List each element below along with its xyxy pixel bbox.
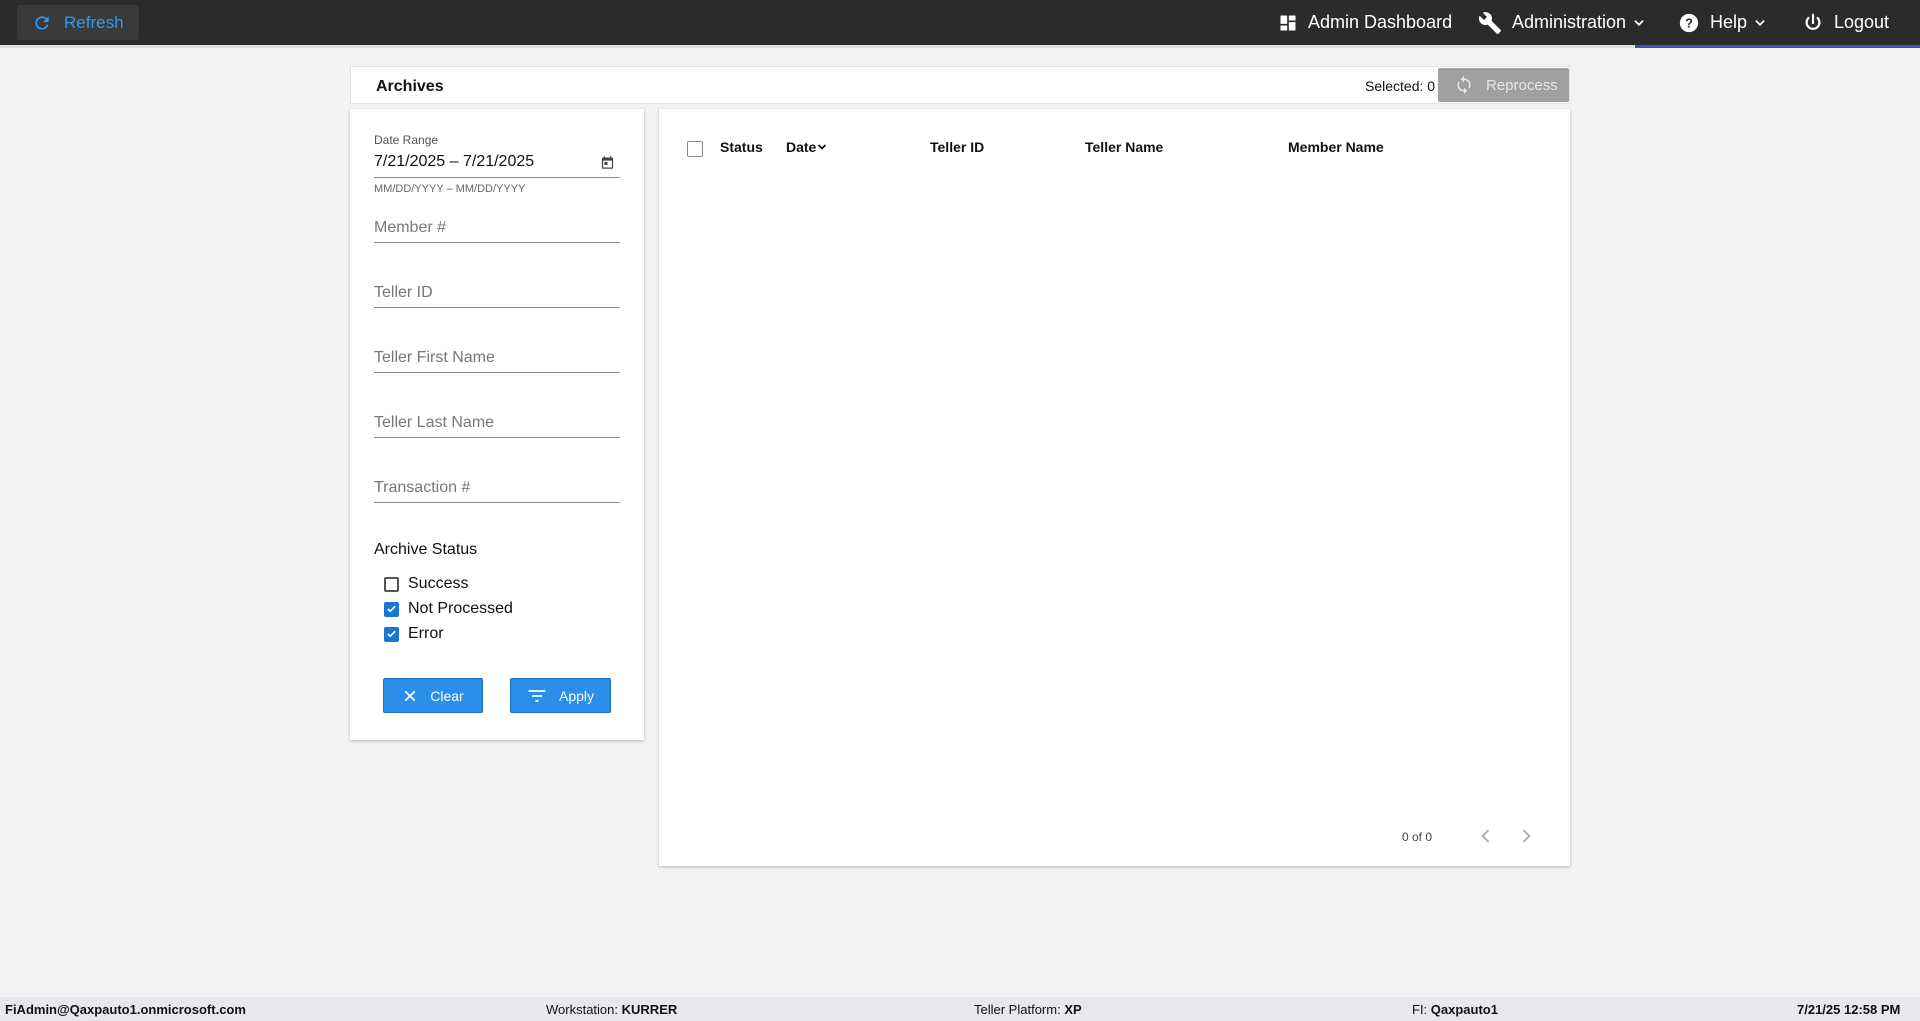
status-error-label: Error xyxy=(408,625,444,642)
apply-button[interactable]: Apply xyxy=(510,678,611,713)
logout-label: Logout xyxy=(1834,12,1890,32)
selected-count: Selected: 0 xyxy=(1365,78,1436,94)
teller-last-name-input[interactable] xyxy=(374,408,620,438)
fi-info: FI: Qaxpauto1 xyxy=(1412,1002,1498,1017)
refresh-icon xyxy=(32,13,52,33)
next-page-icon[interactable] xyxy=(1516,826,1536,846)
chevron-down-icon xyxy=(1632,16,1646,30)
date-range-hint: MM/DD/YYYY – MM/DD/YYYY xyxy=(374,183,526,195)
status-error-checkbox[interactable]: Error xyxy=(384,625,444,643)
date-range-input[interactable]: 7/21/2025 – 7/21/2025 xyxy=(374,153,534,171)
select-all-checkbox[interactable] xyxy=(687,141,703,157)
teller-platform-value: XP xyxy=(1064,1002,1082,1017)
teller-platform-label: Teller Platform: xyxy=(974,1002,1061,1017)
column-header-date[interactable]: Date xyxy=(786,139,828,155)
administration-label: Administration xyxy=(1512,12,1627,32)
status-success-checkbox[interactable]: Success xyxy=(384,575,468,593)
transaction-number-input[interactable] xyxy=(374,473,620,503)
calendar-icon[interactable] xyxy=(600,155,615,170)
archive-status-label: Archive Status xyxy=(374,541,478,558)
filter-panel: Date Range 7/21/2025 – 7/21/2025 MM/DD/Y… xyxy=(350,109,644,740)
workstation-info: Workstation: KURRER xyxy=(546,1002,677,1017)
svg-text:?: ? xyxy=(1685,15,1693,30)
pager-range: 0 of 0 xyxy=(1402,830,1433,844)
status-not-processed-checkbox[interactable]: Not Processed xyxy=(384,600,513,618)
refresh-button[interactable]: Refresh xyxy=(17,5,139,40)
power-icon xyxy=(1802,12,1824,34)
wrench-icon xyxy=(1478,11,1502,35)
column-header-teller-id[interactable]: Teller ID xyxy=(930,139,984,155)
column-header-teller-name[interactable]: Teller Name xyxy=(1085,139,1163,155)
reprocess-label: Reprocess xyxy=(1486,76,1558,94)
help-menu[interactable]: ? Help xyxy=(1678,0,1767,45)
active-tab-indicator xyxy=(1635,45,1920,48)
dashboard-icon xyxy=(1278,13,1298,33)
archives-header: Archives Selected: 0 Reprocess xyxy=(350,66,1570,104)
user-account: FiAdmin@Qaxpauto1.onmicrosoft.com xyxy=(5,1002,246,1017)
fi-label: FI: xyxy=(1412,1002,1428,1017)
reprocess-button[interactable]: Reprocess xyxy=(1438,68,1569,102)
admin-dashboard-link[interactable]: Admin Dashboard xyxy=(1278,0,1452,45)
help-icon: ? xyxy=(1678,12,1700,34)
member-number-input[interactable] xyxy=(374,213,620,243)
clear-button[interactable]: Clear xyxy=(383,678,483,713)
status-success-label: Success xyxy=(408,575,469,592)
clear-label: Clear xyxy=(430,687,464,704)
help-label: Help xyxy=(1710,12,1748,32)
date-range-underline xyxy=(374,177,620,178)
apply-label: Apply xyxy=(558,687,595,704)
checkbox-checked-icon[interactable] xyxy=(384,601,399,617)
teller-platform-info: Teller Platform: XP xyxy=(974,1002,1082,1017)
administration-menu[interactable]: Administration xyxy=(1478,0,1646,45)
sort-descending-icon xyxy=(816,141,828,153)
column-header-date-label: Date xyxy=(786,139,817,155)
date-range-label: Date Range xyxy=(374,133,439,147)
current-datetime: 7/21/25 12:58 PM xyxy=(1797,1002,1901,1017)
filter-icon xyxy=(527,688,547,704)
top-navigation-bar: Refresh Admin Dashboard Administration ?… xyxy=(0,0,1920,45)
reprocess-icon xyxy=(1454,75,1474,95)
teller-first-name-input[interactable] xyxy=(374,343,620,373)
status-bar: FiAdmin@Qaxpauto1.onmicrosoft.com Workst… xyxy=(0,997,1920,1021)
close-icon xyxy=(402,688,418,704)
refresh-label: Refresh xyxy=(64,12,124,32)
chevron-down-icon xyxy=(1753,16,1767,30)
archives-grid: Status Date Teller ID Teller Name Member… xyxy=(659,109,1570,866)
topbar-accent-line xyxy=(0,45,1920,48)
workstation-value: KURRER xyxy=(621,1002,678,1017)
fi-value: Qaxpauto1 xyxy=(1430,1002,1498,1017)
logout-button[interactable]: Logout xyxy=(1802,0,1889,45)
column-header-status[interactable]: Status xyxy=(720,139,763,155)
previous-page-icon[interactable] xyxy=(1476,826,1496,846)
admin-dashboard-label: Admin Dashboard xyxy=(1308,12,1453,32)
workstation-label: Workstation: xyxy=(546,1002,619,1017)
teller-id-input[interactable] xyxy=(374,278,620,308)
page-title: Archives xyxy=(376,78,444,95)
column-header-member-name[interactable]: Member Name xyxy=(1288,139,1384,155)
status-not-processed-label: Not Processed xyxy=(408,600,513,617)
checkbox-unchecked-icon[interactable] xyxy=(384,576,399,592)
checkbox-checked-icon[interactable] xyxy=(384,626,399,642)
